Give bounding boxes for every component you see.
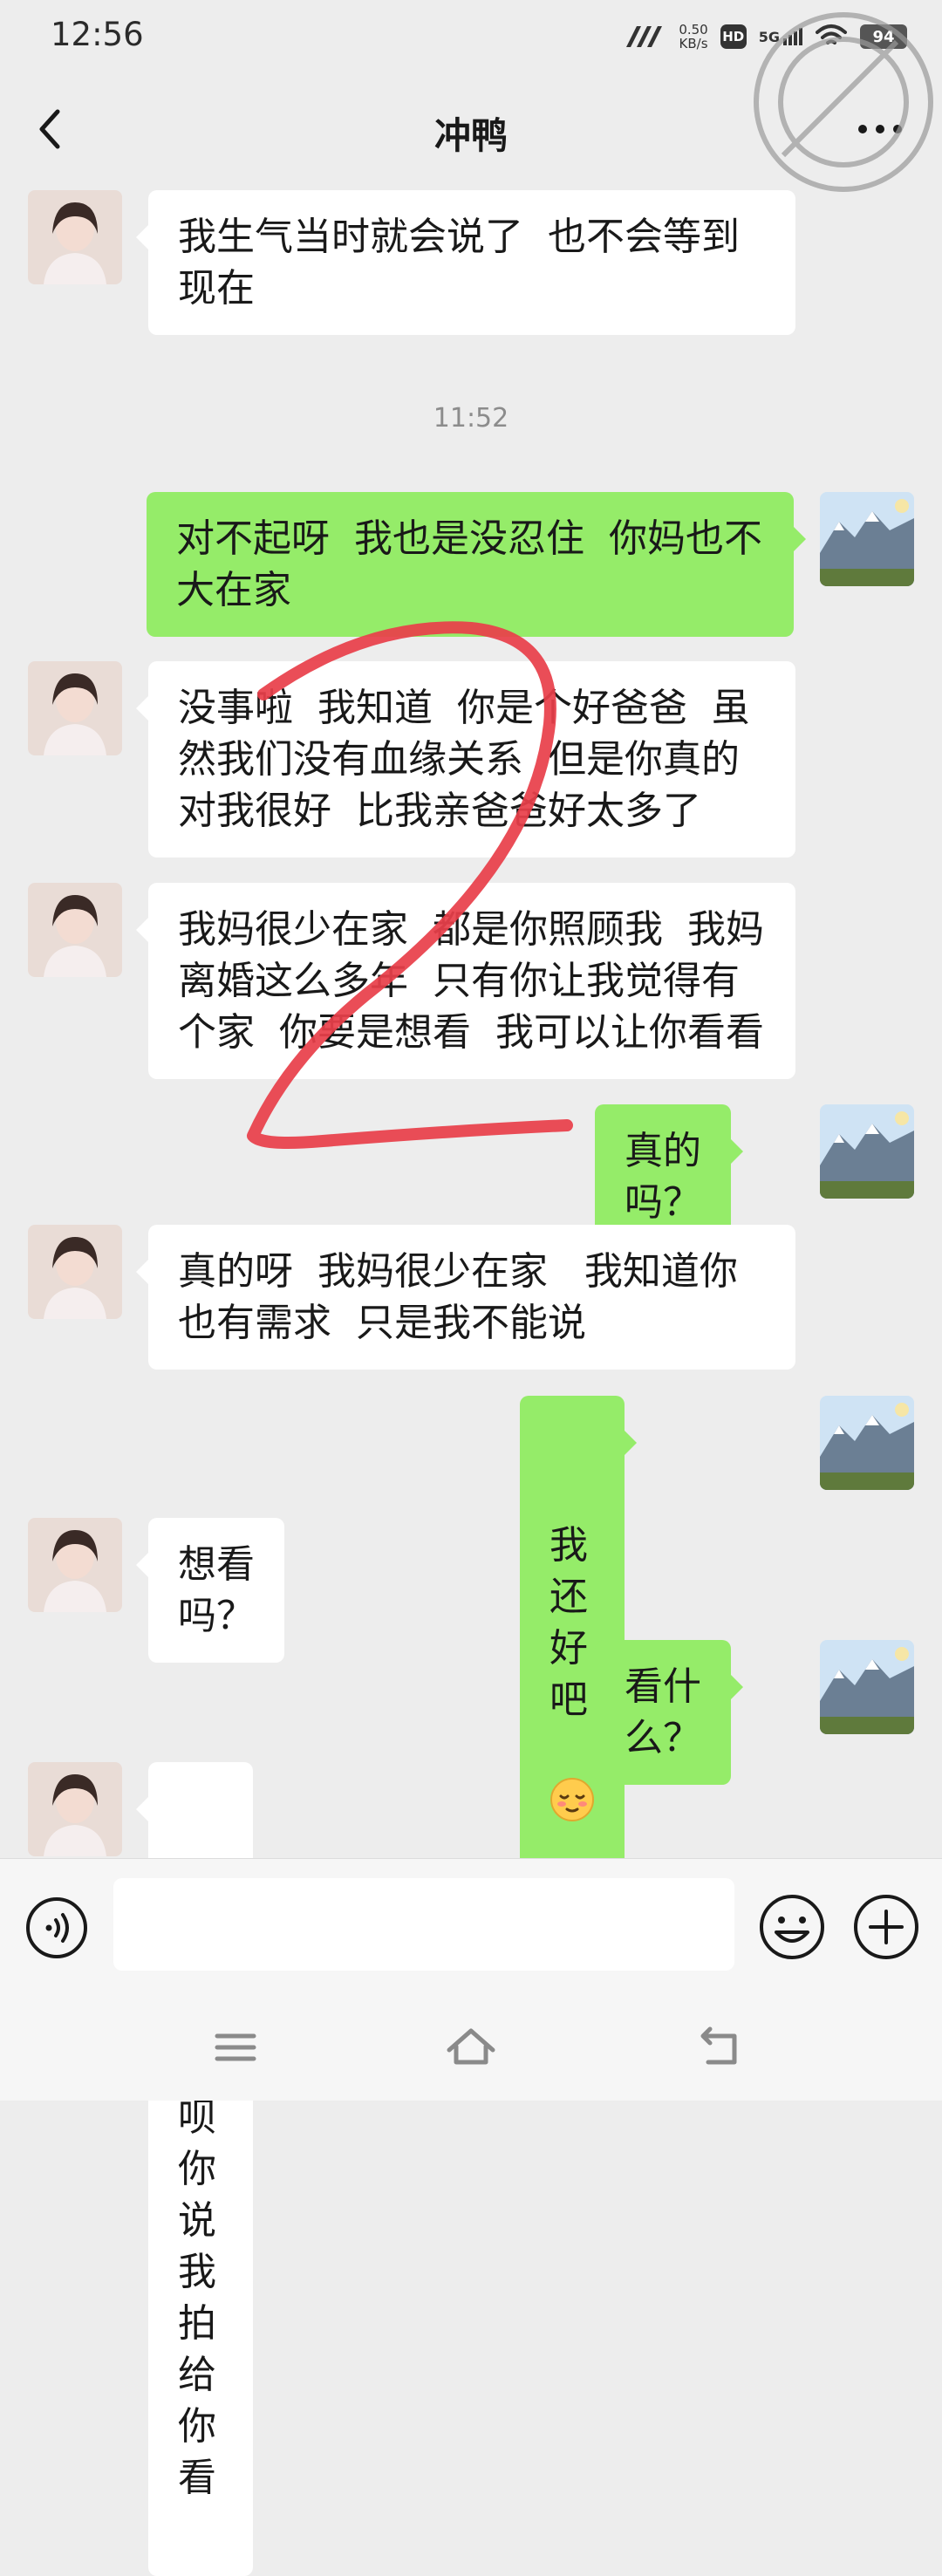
menu-icon <box>215 2033 256 2061</box>
chat-input-bar <box>0 1858 942 1999</box>
voice-button[interactable] <box>24 1896 89 1960</box>
return-icon <box>700 2026 737 2065</box>
menu-button[interactable] <box>205 2017 266 2078</box>
my-avatar[interactable] <box>820 1396 914 1490</box>
wifi-icon <box>816 24 847 44</box>
message-bubble-incoming[interactable]: 没事啦 我知道 你是个好爸爸 虽 然我们没有血缘关系 但是你真的 对我很好 比我… <box>136 661 795 858</box>
signal-bars-icon <box>626 26 663 47</box>
more-functions-button[interactable] <box>851 1892 921 1962</box>
contact-avatar[interactable] <box>28 661 122 755</box>
message-bubble-incoming[interactable]: 我妈很少在家 都是你照顾我 我妈 离婚这么多年 只有你让我觉得有 个家 你要是想… <box>136 883 795 1079</box>
message-bubble-outgoing[interactable]: 对不起呀 我也是没忍住 你妈也不 大在家 <box>147 492 806 637</box>
status-time: 12:56 <box>51 16 144 53</box>
network-speed: 0.50 KB/s <box>679 22 708 51</box>
more-icon <box>858 125 902 133</box>
my-avatar[interactable] <box>820 1640 914 1734</box>
message-bubble-incoming[interactable]: 真的呀 我妈很少在家 我知道你 也有需求 只是我不能说 <box>136 1225 795 1370</box>
status-icons: 0.50 KB/s HD 5G 94 <box>625 19 907 54</box>
my-avatar[interactable] <box>820 1104 914 1199</box>
emoji-icon <box>760 1895 824 1959</box>
chat-title: 冲鸭 <box>433 114 508 157</box>
contact-avatar[interactable] <box>28 1518 122 1612</box>
hd-badge: HD <box>720 24 747 49</box>
home-icon <box>447 2028 495 2065</box>
contact-avatar[interactable] <box>28 883 122 977</box>
contact-avatar[interactable] <box>28 1762 122 1856</box>
system-navigation-bar <box>0 1998 942 2101</box>
blush-emoji-icon <box>550 1778 594 1821</box>
message-input[interactable] <box>113 1878 734 1971</box>
status-bar: 12:56 0.50 KB/s HD 5G 94 <box>0 0 942 73</box>
more-button[interactable] <box>850 103 911 155</box>
cellular-5g-icon: 5G <box>759 28 802 45</box>
message-bubble-incoming[interactable]: 想看吗？ <box>136 1518 284 1663</box>
back-system-button[interactable] <box>689 2017 750 2078</box>
contact-avatar[interactable] <box>28 190 122 284</box>
voice-icon <box>26 1897 87 1958</box>
message-bubble-outgoing[interactable]: 看什么？ <box>595 1640 743 1785</box>
message-bubble-incoming[interactable]: 我生气当时就会说了 也不会等到 现在 <box>136 190 795 335</box>
message-text: 我还好吧 <box>550 1523 588 1722</box>
chat-header: 冲鸭 <box>0 73 942 185</box>
my-avatar[interactable] <box>820 492 914 586</box>
contact-avatar[interactable] <box>28 1225 122 1319</box>
emoji-button[interactable] <box>757 1892 827 1962</box>
message-timestamp: 11:52 <box>433 403 509 434</box>
plus-icon <box>854 1895 918 1959</box>
battery-indicator: 94 <box>860 24 907 49</box>
home-button[interactable] <box>440 2017 502 2078</box>
